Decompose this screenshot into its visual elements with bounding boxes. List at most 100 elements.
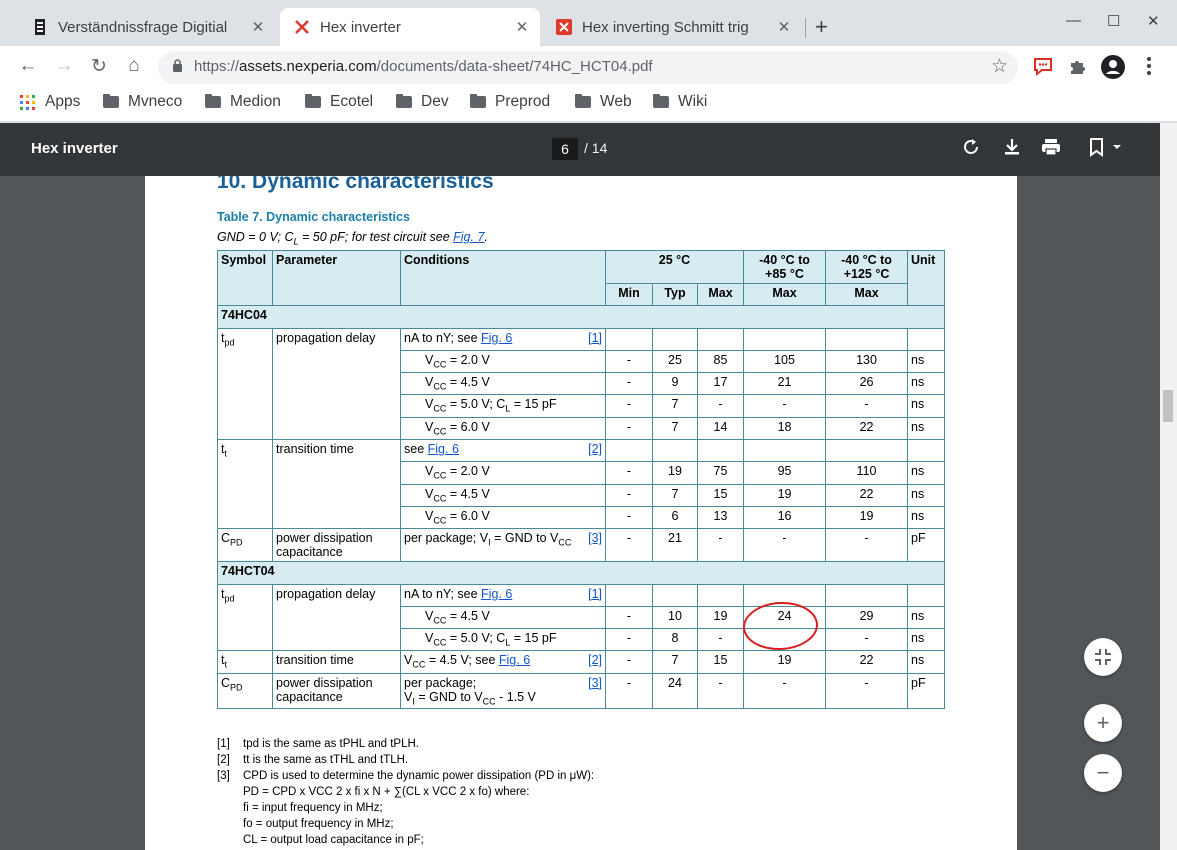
folder-icon: [305, 94, 321, 108]
bookmark-label: Dev: [421, 93, 449, 110]
table-row: VCC = 2.0 V -25 85 105 130 ns: [217, 349, 946, 374]
print-icon[interactable]: [1040, 137, 1062, 163]
footnote-ref[interactable]: [1]: [588, 331, 602, 345]
forward-button[interactable]: →: [52, 55, 76, 77]
apps-grid-icon: [20, 94, 35, 110]
footnote-ref[interactable]: [2]: [588, 442, 602, 456]
nexperia-favicon-icon: [556, 19, 572, 35]
table-row: VCC = 6.0 V -6 13 16 19 ns: [217, 505, 946, 530]
bookmark-folder-mvneco[interactable]: Mvneco: [103, 93, 182, 111]
close-tab-icon[interactable]: ✕: [512, 18, 532, 36]
folder-icon: [575, 94, 591, 108]
bookmark-label: Medion: [230, 93, 281, 110]
footnote-ref[interactable]: [2]: [588, 653, 602, 667]
bookmark-folder-dev[interactable]: Dev: [396, 93, 449, 111]
footnote: [3] CPD is used to determine the dynamic …: [217, 768, 594, 784]
bookmark-label: Mvneco: [128, 93, 183, 110]
conditions-cell: see Fig. 6 [2]: [400, 439, 606, 463]
fig6-link[interactable]: Fig. 6: [428, 442, 459, 456]
close-tab-icon[interactable]: ✕: [774, 18, 794, 36]
tab-hex-inverter[interactable]: Hex inverter ✕: [280, 8, 540, 46]
bookmark-folder-wiki[interactable]: Wiki: [653, 93, 707, 111]
group-label: 74HC04: [216, 305, 946, 329]
url-text: https://assets.nexperia.com/documents/da…: [194, 58, 653, 75]
home-button[interactable]: ⌂: [122, 55, 146, 77]
menu-kebab-icon[interactable]: [1137, 56, 1161, 82]
minimize-button[interactable]: —: [1066, 12, 1081, 29]
bookmark-folder-medion[interactable]: Medion: [205, 93, 281, 111]
col-conditions: Conditions: [400, 249, 606, 307]
folder-icon: [470, 94, 486, 108]
table-row: tpd propagation delay nA to nY; see Fig.…: [217, 583, 946, 607]
rotate-icon[interactable]: [962, 137, 982, 163]
extensions-puzzle-icon[interactable]: [1066, 56, 1090, 82]
bookmark-folder-preprod[interactable]: Preprod: [470, 93, 550, 111]
folder-icon: [653, 94, 669, 108]
download-icon[interactable]: [1002, 137, 1022, 163]
pdf-title: Hex inverter: [31, 140, 118, 157]
group-label: 74HCT04: [216, 561, 946, 585]
cond-text: .: [484, 230, 488, 244]
table-title: Table 7. Dynamic characteristics: [217, 210, 410, 224]
scrollbar-thumb[interactable]: [1163, 390, 1173, 422]
tab-title: Hex inverting Schmitt trig: [582, 18, 749, 36]
footnote-number: [3]: [217, 770, 230, 782]
page-number-input[interactable]: 6: [552, 138, 578, 160]
close-window-button[interactable]: ✕: [1147, 12, 1160, 30]
fig6-link[interactable]: Fig. 6: [481, 587, 512, 601]
tab-verstaendnisfrage[interactable]: Verständnissfrage Digitial ✕: [18, 8, 276, 46]
footnote-text: fi = input frequency in MHz;: [243, 802, 383, 814]
footnote-ref[interactable]: [1]: [588, 587, 602, 601]
col-85c: -40 °C to +85 °C: [743, 250, 827, 284]
back-button[interactable]: ←: [16, 55, 40, 77]
footnote-ref[interactable]: [3]: [588, 676, 602, 690]
col-125c: -40 °C to +125 °C: [825, 250, 909, 284]
profile-avatar-icon[interactable]: [1100, 54, 1125, 86]
site-favicon-icon: [32, 19, 48, 35]
fit-page-button[interactable]: [1084, 638, 1122, 676]
address-bar[interactable]: https://assets.nexperia.com/documents/da…: [158, 51, 1018, 84]
footnote-number: [1]: [217, 738, 230, 750]
pdf-viewer-toolbar: Hex inverter 6 / 14: [0, 123, 1160, 176]
dynamic-characteristics-table: Symbol Parameter Conditions 25 °C -40 °C…: [216, 249, 946, 710]
col-max125: Max: [825, 282, 909, 307]
bookmark-label: Apps: [45, 93, 81, 110]
tab-hex-schmitt[interactable]: Hex inverting Schmitt trig ✕: [542, 8, 802, 46]
table-row: CPD power dissipation capacitance per pa…: [217, 528, 946, 563]
bookmark-label: Web: [600, 93, 632, 110]
zoom-out-button[interactable]: −: [1084, 754, 1122, 792]
url-scheme: https://: [194, 58, 240, 75]
fig6-link[interactable]: Fig. 6: [481, 331, 512, 345]
table-row: VCC = 4.5 V -9 17 21 26 ns: [217, 372, 946, 396]
extension-chat-icon[interactable]: [1031, 56, 1055, 82]
scrollbar[interactable]: [1160, 123, 1177, 850]
table-row: VCC = 6.0 V -7 14 18 22 ns: [217, 416, 946, 441]
tab-separator: [805, 18, 806, 38]
bookmark-menu-icon[interactable]: [1088, 137, 1122, 163]
footnote-text: fo = output frequency in MHz;: [243, 818, 394, 830]
tab-title: Hex inverter: [320, 18, 401, 36]
fig6-link[interactable]: Fig. 6: [499, 653, 530, 667]
col-parameter: Parameter: [272, 249, 401, 307]
fig7-link[interactable]: Fig. 7: [453, 230, 484, 244]
new-tab-button[interactable]: +: [815, 14, 828, 40]
bookmark-apps[interactable]: Apps: [20, 93, 80, 111]
footnote-number: [217, 784, 243, 800]
reload-button[interactable]: ↻: [87, 55, 111, 78]
bookmark-star-icon[interactable]: ☆: [991, 55, 1008, 78]
maximize-button[interactable]: ☐: [1107, 12, 1120, 30]
footnote-text: PD = CPD x VCC 2 x fi x N + ∑(CL x VCC 2…: [243, 786, 530, 798]
footnote-number: [217, 800, 243, 816]
cond-text: = 50 pF; for test circuit see: [298, 230, 454, 244]
section-heading: 10. Dynamic characteristics: [217, 176, 494, 193]
zoom-in-button[interactable]: +: [1084, 704, 1122, 742]
footnote-ref[interactable]: [3]: [588, 531, 602, 545]
footnote-number: [2]: [217, 754, 230, 766]
bookmark-folder-web[interactable]: Web: [575, 93, 632, 111]
bookmark-folder-ecotel[interactable]: Ecotel: [305, 93, 373, 111]
symbol-cell: tpd: [217, 327, 273, 351]
table-row: tt transition time see Fig. 6 [2]: [217, 439, 946, 463]
close-tab-icon[interactable]: ✕: [248, 18, 268, 36]
cond-text: GND = 0 V; C: [217, 230, 294, 244]
symbol-cell: tt: [217, 439, 273, 462]
